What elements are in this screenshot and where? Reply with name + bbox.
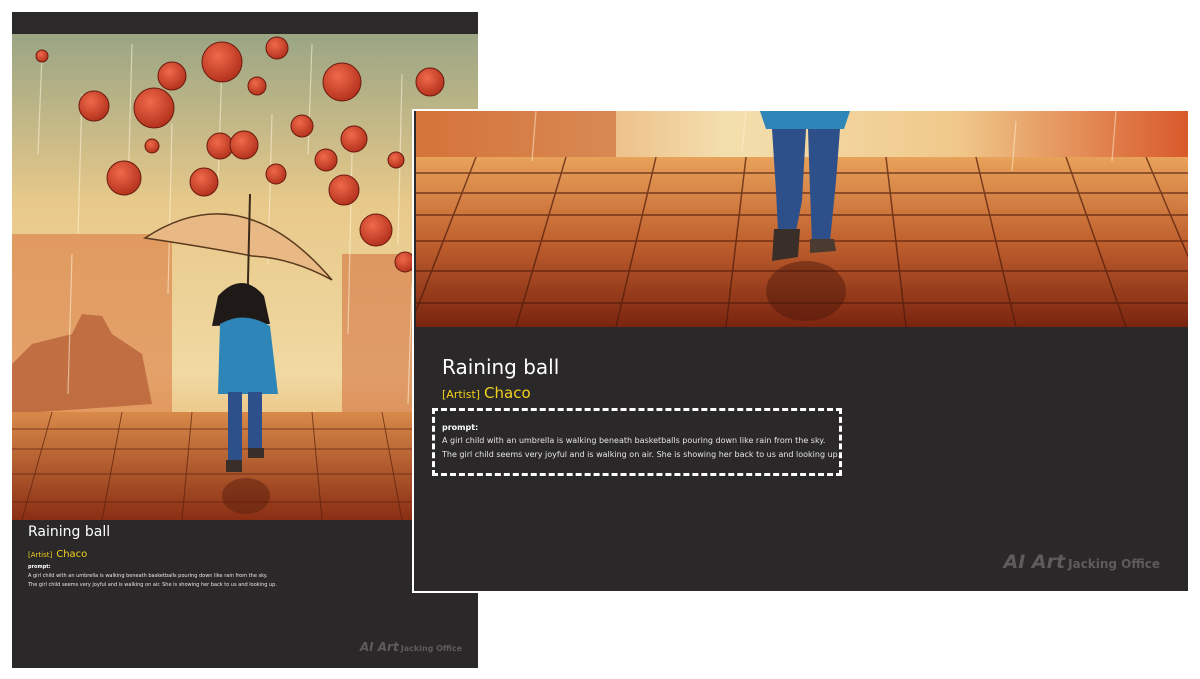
- poster-logo-text: Jacking Office: [400, 644, 462, 653]
- zoom-prompt-line-1: A girl child with an umbrella is walking…: [442, 436, 826, 445]
- zoom-artwork: [416, 111, 1188, 327]
- poster-top-bar: [12, 12, 478, 34]
- poster-artist: [Artist] Chaco: [28, 542, 87, 561]
- zoom-artist-tag: [Artist]: [442, 388, 481, 401]
- zoom-panel: Raining ball [Artist] Chaco prompt: A gir…: [412, 109, 1190, 593]
- poster-artist-tag: [Artist]: [28, 551, 53, 559]
- poster-prompt-line-1: A girl child with an umbrella is walking…: [28, 573, 268, 579]
- poster-card: Raining ball [Artist] Chaco prompt: A gir…: [12, 12, 478, 668]
- zoom-prompt-line-2: The girl child seems very joyful and is …: [442, 450, 841, 459]
- poster-artwork: [12, 34, 478, 520]
- poster-prompt-line-2: The girl child seems very joyful and is …: [28, 582, 277, 588]
- zoom-logo-text: Jacking Office: [1068, 557, 1160, 571]
- zoom-artist: [Artist] Chaco: [442, 383, 531, 402]
- poster-logo-mark: AI Art: [359, 640, 399, 654]
- zoom-artist-name: Chaco: [484, 384, 531, 402]
- poster-artist-name: Chaco: [56, 549, 88, 560]
- poster-title: Raining ball: [28, 524, 111, 540]
- zoom-prompt-label: prompt:: [442, 423, 479, 432]
- zoom-logo-mark: AI Art: [1003, 551, 1066, 573]
- zoom-logo: AI Art Jacking Office: [1004, 551, 1160, 573]
- zoom-title: Raining ball: [442, 355, 560, 379]
- poster-logo: AI Art Jacking Office: [360, 640, 462, 654]
- poster-prompt-label: prompt:: [28, 564, 51, 570]
